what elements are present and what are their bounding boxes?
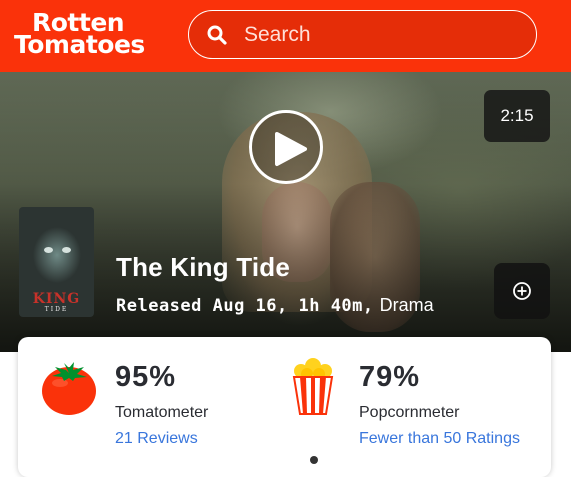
play-trailer-button[interactable] (249, 110, 323, 184)
movie-poster[interactable]: KING TIDE (19, 207, 94, 317)
genre: Drama (379, 295, 434, 315)
search-input[interactable] (244, 21, 514, 49)
tomatometer-score: 95% (115, 361, 177, 393)
tomato-icon (40, 359, 98, 422)
popcorn-icon (291, 357, 335, 422)
logo-line-2: Tomatoes (14, 30, 145, 59)
poster-subtitle: TIDE (44, 306, 69, 313)
poster-title: KING (32, 291, 81, 307)
tomatometer-reviews-link[interactable]: 21 Reviews (115, 430, 198, 448)
release-info: Released Aug 16, 1h 40m, (116, 296, 374, 316)
rotten-tomatoes-logo[interactable]: Rotten Tomatoes (14, 10, 166, 58)
popcornmeter-ratings-link[interactable]: Fewer than 50 Ratings (359, 430, 520, 448)
hero-trailer[interactable]: 2:15 KING TIDE The King Tide Released Au… (0, 72, 571, 352)
popcornmeter-score: 79% (359, 361, 421, 393)
search-icon[interactable] (207, 25, 227, 45)
tomatometer-label: Tomatometer (115, 404, 209, 421)
poster-eye-right (62, 247, 71, 253)
site-header: Rotten Tomatoes (0, 0, 571, 72)
scores-info-icon[interactable] (310, 456, 318, 464)
movie-title: The King Tide (116, 252, 291, 282)
add-to-watchlist-button[interactable] (494, 263, 550, 319)
popcornmeter-label: Popcornmeter (359, 404, 460, 421)
poster-eye-left (44, 247, 53, 253)
play-icon (275, 132, 307, 166)
trailer-duration: 2:15 (484, 90, 550, 142)
plus-circle-icon (513, 282, 531, 300)
movie-meta: Released Aug 16, 1h 40m, Drama (116, 295, 434, 316)
search-bar[interactable] (188, 10, 537, 59)
scores-card: 95% Tomatometer 21 Reviews 79% Popcornme… (18, 337, 551, 477)
